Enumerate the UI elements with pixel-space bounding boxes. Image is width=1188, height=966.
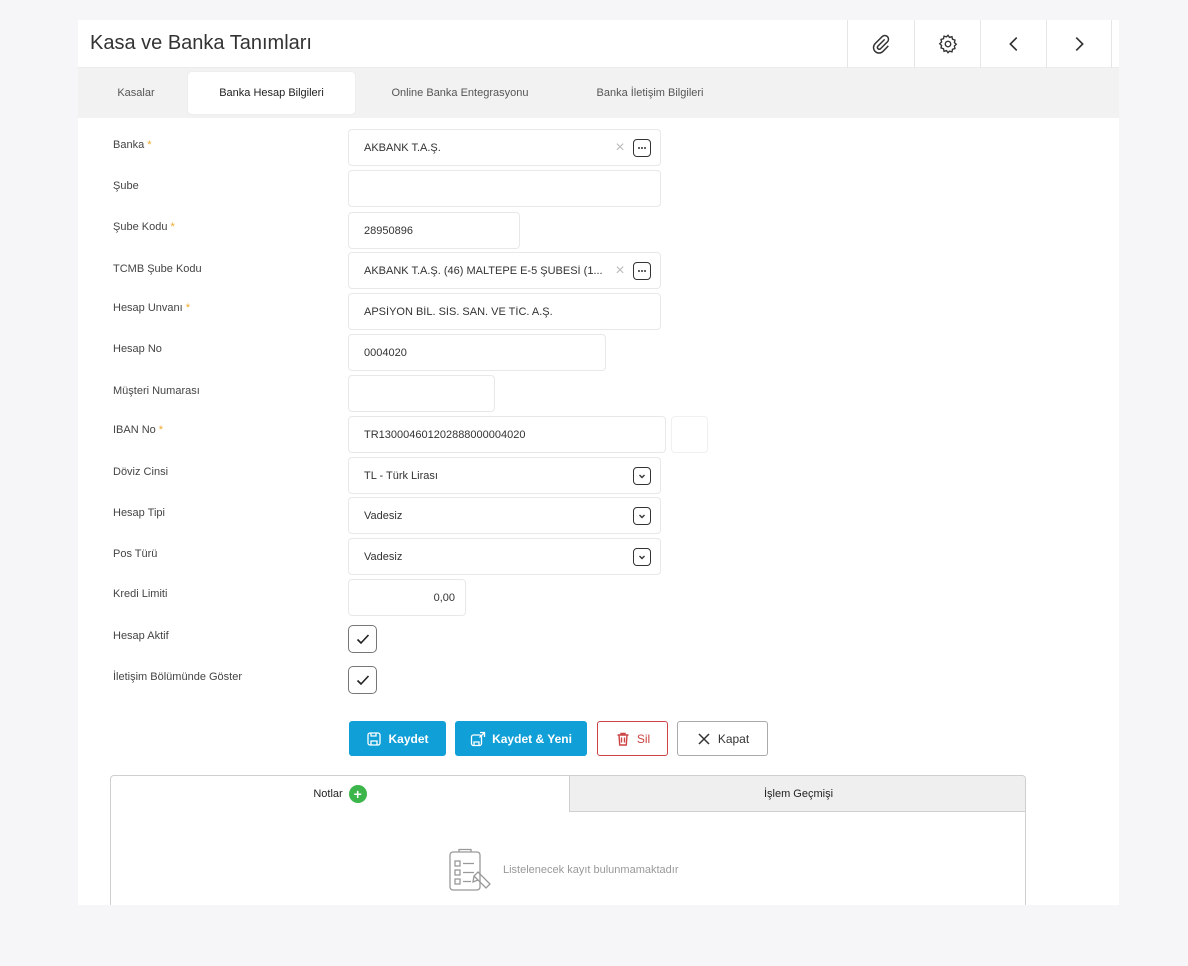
gear-icon (938, 34, 957, 54)
tab-banka-iletisim-bilgileri[interactable]: Banka İletişim Bilgileri (574, 72, 726, 114)
page-title: Kasa ve Banka Tanımları (90, 32, 312, 54)
iletisim-goster-label: İletişim Bölümünde Göster (113, 671, 242, 683)
close-button[interactable]: Kapat (677, 721, 768, 756)
hesap-no-label: Hesap No (113, 343, 162, 355)
iletisim-goster-checkbox[interactable] (348, 666, 377, 694)
tcmb-sube-kodu-value: AKBANK T.A.Ş. (46) MALTEPE E-5 ŞUBESİ (1… (364, 264, 603, 277)
iban-validate-button[interactable] (671, 416, 708, 453)
ellipsis-icon (638, 269, 646, 272)
sube-label: Şube (113, 180, 139, 192)
hesap-aktif-label: Hesap Aktif (113, 630, 169, 642)
more-options-button[interactable] (633, 138, 651, 157)
musteri-numarasi-field[interactable] (348, 375, 495, 412)
banka-value: AKBANK T.A.Ş. (364, 141, 441, 154)
musteri-numarasi-label: Müşteri Numarası (113, 385, 200, 397)
delete-button[interactable]: Sil (597, 721, 668, 756)
sube-kodu-label: Şube Kodu * (113, 221, 175, 233)
save-button[interactable]: Kaydet (349, 721, 446, 756)
close-icon (698, 732, 710, 745)
pos-turu-select[interactable]: Vadesiz (348, 538, 661, 575)
iban-no-field[interactable]: TR130004601202888000004020 (348, 416, 666, 453)
tab-bar: Kasalar Banka Hesap Bilgileri Online Ban… (78, 68, 1119, 118)
check-icon (356, 634, 369, 645)
settings-button[interactable] (914, 20, 980, 68)
hesap-unvani-field[interactable]: APSİYON BİL. SİS. SAN. VE TİC. A.Ş. (348, 293, 661, 330)
hesap-no-field[interactable]: 0004020 (348, 334, 606, 371)
chevron-down-icon[interactable] (633, 547, 651, 566)
iban-no-label: IBAN No * (113, 424, 164, 436)
chevron-down-icon[interactable] (633, 466, 651, 485)
more-options-button[interactable] (633, 261, 651, 280)
trash-icon (617, 732, 629, 746)
paperclip-icon (872, 34, 889, 54)
notes-panel: Notlar + İşlem Geçmişi Listelenecek kayı… (110, 775, 1026, 905)
kredi-limiti-field[interactable]: 0,00 (348, 579, 466, 616)
chevron-right-icon (1075, 36, 1084, 52)
pos-turu-label: Pos Türü (113, 548, 158, 560)
ellipsis-icon (638, 146, 646, 149)
title-bar: Kasa ve Banka Tanımları (78, 20, 1119, 68)
hesap-unvani-label: Hesap Unvanı * (113, 302, 190, 314)
chevron-left-icon (1008, 36, 1017, 52)
empty-state: Listelenecek kayıt bulunmamaktadır (447, 848, 678, 892)
tab-kasalar[interactable]: Kasalar (90, 72, 182, 114)
sube-field[interactable] (348, 170, 661, 207)
tab-islem-gecmisi[interactable]: İşlem Geçmişi (569, 776, 1025, 812)
main-panel: Kasa ve Banka Tanımları Kasalar Banka He… (78, 20, 1119, 905)
check-icon (356, 675, 369, 686)
empty-list-icon (449, 848, 491, 891)
tcmb-sube-kodu-label: TCMB Şube Kodu (113, 263, 202, 275)
save-new-button[interactable]: Kaydet & Yeni (455, 721, 587, 756)
clear-icon[interactable]: × (613, 139, 627, 157)
add-note-icon[interactable]: + (348, 785, 367, 803)
tab-banka-hesap-bilgileri[interactable]: Banka Hesap Bilgileri (188, 72, 355, 114)
doviz-cinsi-select[interactable]: TL - Türk Lirası (348, 457, 661, 494)
kredi-limiti-label: Kredi Limiti (113, 588, 168, 600)
banka-label: Banka * (113, 139, 152, 151)
save-icon (367, 731, 382, 746)
save-new-icon (470, 731, 486, 746)
clear-icon[interactable]: × (613, 262, 627, 280)
sube-kodu-field[interactable]: 28950896 (348, 212, 520, 249)
hesap-tipi-label: Hesap Tipi (113, 507, 165, 519)
chevron-down-icon[interactable] (633, 506, 651, 525)
attachment-button[interactable] (847, 20, 913, 68)
hesap-aktif-checkbox[interactable] (348, 625, 377, 653)
next-button[interactable] (1046, 20, 1112, 68)
previous-button[interactable] (980, 20, 1046, 68)
tab-online-banka-entegrasyonu[interactable]: Online Banka Entegrasyonu (368, 72, 552, 114)
tab-notlar[interactable]: Notlar + (111, 776, 569, 812)
hesap-tipi-select[interactable]: Vadesiz (348, 497, 661, 534)
doviz-cinsi-label: Döviz Cinsi (113, 466, 169, 478)
tcmb-sube-kodu-field[interactable]: AKBANK T.A.Ş. (46) MALTEPE E-5 ŞUBESİ (1… (348, 252, 661, 289)
banka-field[interactable]: AKBANK T.A.Ş. × (348, 129, 661, 166)
